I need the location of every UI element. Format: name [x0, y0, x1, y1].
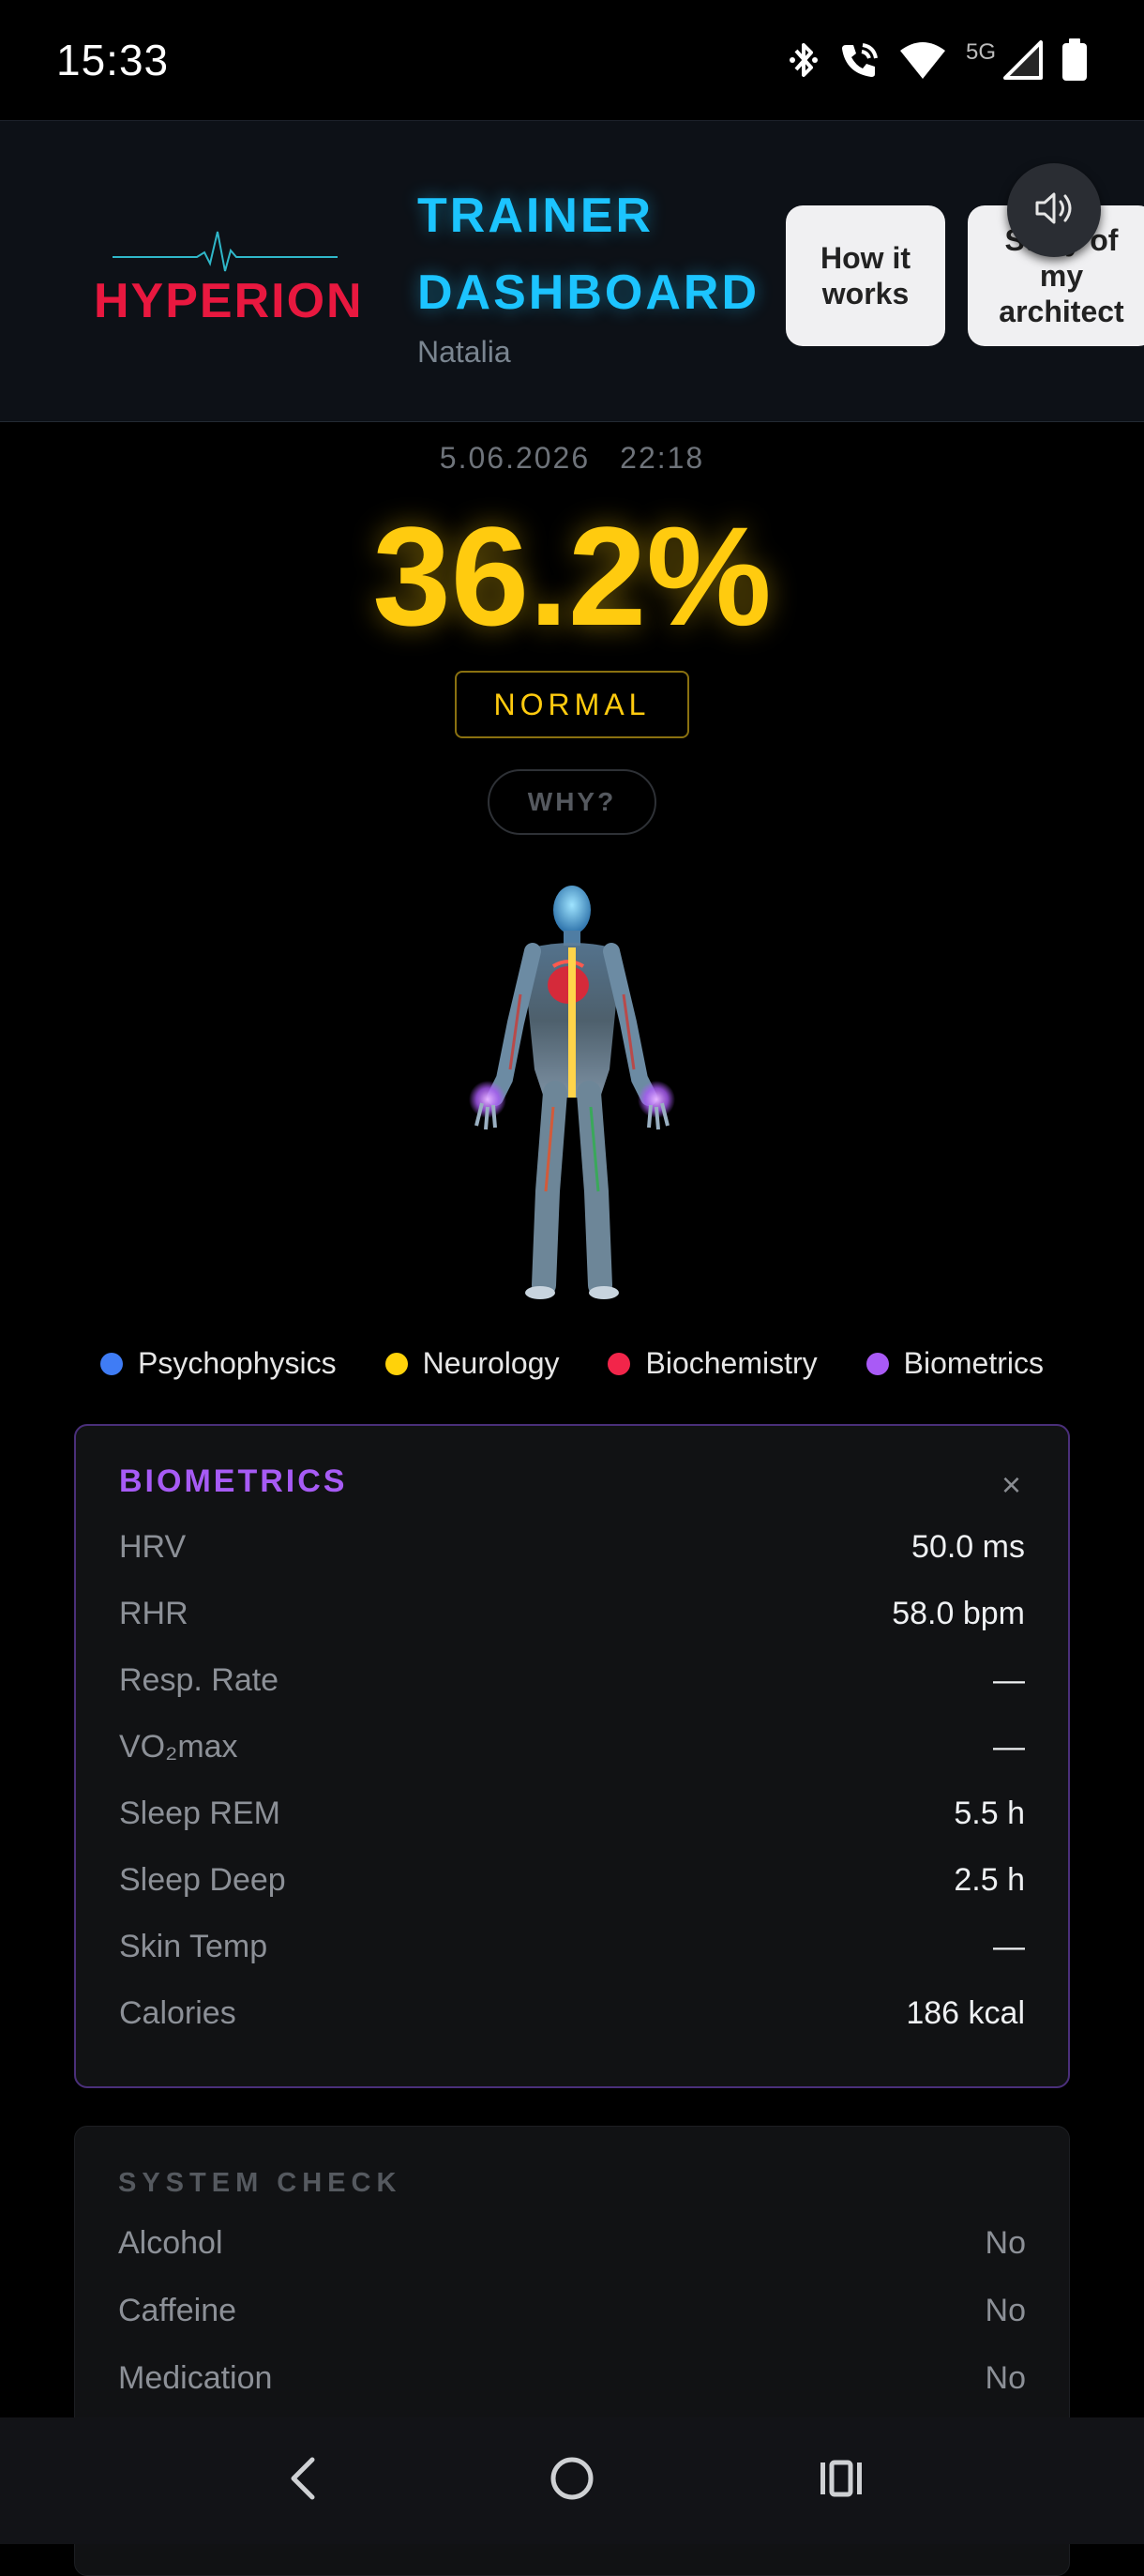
metric-value: —	[993, 1729, 1025, 1765]
legend-psychophysics[interactable]: Psychophysics	[99, 1346, 337, 1381]
biometrics-panel: BIOMETRICS × HRV 50.0 ms RHR 58.0 bpm Resp…	[74, 1424, 1070, 2088]
legend-label: Psychophysics	[137, 1346, 337, 1380]
metric-row: Sleep REM 5.5 h	[119, 1796, 1025, 1862]
back-button[interactable]	[265, 2444, 340, 2519]
how-it-works-label: How it works	[820, 241, 911, 311]
biometrics-title: BIOMETRICS	[119, 1463, 348, 1499]
check-value: No	[985, 2225, 1026, 2261]
check-label: Caffeine	[118, 2293, 237, 2328]
metric-label: Sleep REM	[119, 1796, 280, 1831]
system-check-title: SYSTEM CHECK	[118, 2168, 402, 2198]
metric-label: Skin Temp	[119, 1929, 268, 1964]
close-icon[interactable]: ×	[1001, 1465, 1021, 1505]
metric-value: 58.0 bpm	[892, 1596, 1025, 1631]
legend-biometrics[interactable]: Biometrics	[866, 1346, 1044, 1381]
check-label: Alcohol	[118, 2225, 223, 2261]
title-line-1: TRAINER	[417, 189, 655, 243]
home-icon	[549, 2455, 595, 2507]
body-figure-image	[450, 882, 694, 1304]
metric-label: Calories	[119, 1995, 236, 2031]
why-button[interactable]: WHY?	[488, 769, 656, 835]
metric-label: Resp. Rate	[119, 1662, 279, 1698]
metric-row: Skin Temp —	[119, 1929, 1025, 1995]
system-check-rows: Alcohol No Caffeine No Medication No	[118, 2225, 1026, 2428]
metric-row: HRV 50.0 ms	[119, 1529, 1025, 1596]
biometrics-dot-icon	[866, 1352, 889, 1375]
check-row: Alcohol No	[118, 2225, 1026, 2293]
metric-label: HRV	[119, 1529, 187, 1565]
cell-signal-icon	[1003, 40, 1043, 80]
metric-value: —	[993, 1929, 1025, 1964]
navigation-bar	[0, 2417, 1144, 2544]
metric-value: 50.0 ms	[911, 1529, 1025, 1565]
legend-label: Biometrics	[903, 1346, 1044, 1380]
metric-label: Sleep Deep	[119, 1862, 286, 1898]
metric-row: Sleep Deep 2.5 h	[119, 1862, 1025, 1929]
metric-label: RHR	[119, 1596, 188, 1631]
recents-button[interactable]	[804, 2444, 879, 2519]
legend-label: Neurology	[422, 1346, 560, 1380]
reading-date: 5.06.2026	[439, 441, 591, 475]
readiness-score: 36.2%	[372, 497, 772, 655]
legend-neurology[interactable]: Neurology	[384, 1346, 560, 1381]
home-button[interactable]	[534, 2444, 610, 2519]
metric-row: Calories 186 kcal	[119, 1995, 1025, 2062]
biochemistry-dot-icon	[608, 1352, 631, 1375]
wifi-calling-icon	[838, 39, 880, 81]
reading-datetime: 5.06.2026 22:18	[0, 441, 1144, 476]
neurology-dot-icon	[384, 1352, 408, 1375]
metric-value: 2.5 h	[954, 1862, 1025, 1898]
psychophysics-dot-icon	[99, 1352, 123, 1375]
legend-label: Biochemistry	[645, 1346, 818, 1380]
network-type: 5G	[965, 39, 996, 65]
check-value: No	[985, 2293, 1026, 2328]
status-bar: 15:33 5G	[0, 0, 1144, 120]
volume-icon	[1031, 188, 1076, 234]
biometrics-rows: HRV 50.0 ms RHR 58.0 bpm Resp. Rate — VO₂ma…	[119, 1529, 1025, 2062]
sound-button[interactable]	[1007, 163, 1101, 257]
bluetooth-icon	[788, 39, 820, 81]
app-header: HYPERION TRAINER DASHBOARD Natalia How i…	[0, 120, 1144, 422]
metric-value: 186 kcal	[906, 1995, 1025, 2031]
check-row: Caffeine No	[118, 2293, 1026, 2360]
status-icons: 5G	[788, 38, 1088, 82]
status-badge: NORMAL	[455, 671, 689, 738]
category-legend: Psychophysics Neurology Biochemistry Bio…	[0, 1346, 1144, 1381]
hyperion-logo: HYPERION	[94, 224, 364, 346]
user-name: Natalia	[417, 335, 511, 369]
metric-row: Resp. Rate —	[119, 1662, 1025, 1729]
battery-icon	[1061, 38, 1088, 82]
metric-value: —	[993, 1662, 1025, 1698]
page-title: TRAINER DASHBOARD	[417, 177, 760, 331]
legend-biochemistry[interactable]: Biochemistry	[608, 1346, 818, 1381]
metric-value: 5.5 h	[954, 1796, 1025, 1831]
title-line-2: DASHBOARD	[417, 265, 760, 320]
recents-icon	[818, 2455, 865, 2507]
how-it-works-button[interactable]: How it works	[786, 205, 945, 346]
logo-text: HYPERION	[94, 274, 364, 328]
metric-row: RHR 58.0 bpm	[119, 1596, 1025, 1662]
reading-time: 22:18	[620, 441, 705, 475]
status-time: 15:33	[56, 36, 170, 84]
metric-label: VO₂max	[119, 1729, 238, 1765]
back-icon	[284, 2455, 322, 2507]
metric-row: VO₂max —	[119, 1729, 1025, 1796]
wifi-icon	[898, 39, 947, 81]
